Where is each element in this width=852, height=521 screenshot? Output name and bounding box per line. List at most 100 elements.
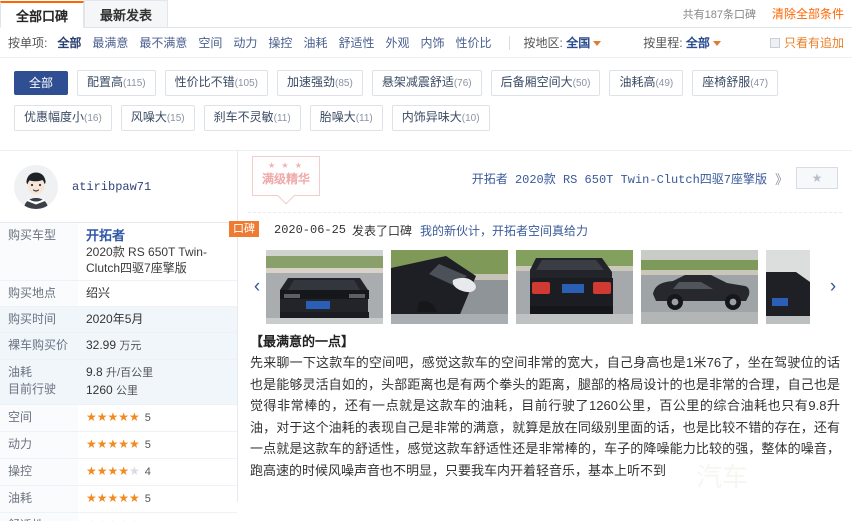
table-row: 油耗 目前行驶 9.8 升/百公里 1260 公里 — [0, 360, 237, 405]
row-value-space-rating: ★★★★★5 — [78, 405, 237, 432]
filter-item-interior[interactable]: 内饰 — [420, 34, 444, 51]
clear-filters-link[interactable]: 清除全部条件 — [772, 5, 844, 22]
star-rating: ★★★★★ — [86, 464, 140, 478]
tag-chip-trunk-space[interactable]: 后备厢空间大(50) — [491, 70, 601, 96]
car-mirror-photo — [391, 250, 508, 324]
tab-latest-posts[interactable]: 最新发表 — [84, 0, 168, 27]
tag-chip-seat-comfort[interactable]: 座椅舒服(47) — [692, 70, 778, 96]
avatar[interactable] — [14, 165, 58, 209]
post-title[interactable]: 我的新伙计，开拓者空间真给力 — [420, 222, 588, 239]
tag-chip-brake-dull[interactable]: 刹车不灵敏(11) — [204, 105, 301, 131]
tag-filter-area: 全部 配置高(115) 性价比不错(105) 加速强劲(85) 悬架减震舒适(7… — [0, 58, 852, 150]
tag-chip-count: (47) — [750, 78, 768, 89]
purchase-info-table: 购买车型 开拓者 2020款 RS 650T Twin-Clutch四驱7座擎版… — [0, 223, 237, 521]
table-row: 油耗 ★★★★★5 — [0, 486, 237, 513]
mileage-label: 按里程: — [643, 36, 682, 50]
thumbnail-profile-view[interactable] — [641, 250, 758, 324]
tag-chip-interior-odor[interactable]: 内饰异味大(10) — [392, 105, 490, 131]
gallery-next-arrow[interactable]: › — [824, 276, 842, 298]
review-count: 共有187条口碑 — [683, 6, 756, 22]
tab-all-reviews-label: 全部口碑 — [16, 6, 68, 25]
tag-chip-label: 悬架减震舒适 — [382, 75, 454, 89]
row-key-handling-rating: 操控 — [0, 459, 78, 486]
favorite-button[interactable]: ★ — [796, 167, 838, 189]
row-value-handling-rating: ★★★★★4 — [78, 459, 237, 486]
region-select[interactable]: 按地区: 全国 — [524, 34, 602, 51]
tag-chip-config-high[interactable]: 配置高(115) — [77, 70, 156, 96]
model-name[interactable]: 开拓者 — [86, 227, 229, 244]
filter-item-exterior[interactable]: 外观 — [385, 34, 409, 51]
filter-item-space[interactable]: 空间 — [198, 34, 222, 51]
post-date: 2020-06-25 — [274, 223, 346, 237]
tag-chip-good-value[interactable]: 性价比不错(105) — [165, 70, 268, 96]
post-type-badge: 口碑 — [229, 221, 259, 237]
tag-chip-count: (105) — [235, 78, 258, 89]
tag-chip-small-discount[interactable]: 优惠幅度小(16) — [14, 105, 112, 131]
tag-chip-suspension-comfort[interactable]: 悬架减震舒适(76) — [372, 70, 482, 96]
tag-chip-label: 内饰异味大 — [402, 110, 462, 124]
tag-chip-count: (16) — [84, 113, 102, 124]
model-link[interactable]: 开拓者 2020款 RS 650T Twin-Clutch四驱7座擎版 — [472, 170, 767, 187]
tag-chip-label: 刹车不灵敏 — [214, 110, 274, 124]
mileage-select[interactable]: 按里程: 全部 — [643, 34, 721, 51]
thumbnail-side-mirror[interactable] — [391, 250, 508, 324]
filter-item-least-satisfied[interactable]: 最不满意 — [139, 34, 187, 51]
tag-chip-fuel-high[interactable]: 油耗高(49) — [609, 70, 683, 96]
addon-only-checkbox[interactable]: 只看有追加 — [770, 34, 844, 51]
tab-bar: 全部口碑 最新发表 共有187条口碑 清除全部条件 — [0, 0, 852, 28]
thumbnail-rear-view[interactable] — [516, 250, 633, 324]
filter-item-handling[interactable]: 操控 — [268, 34, 292, 51]
tag-chip-count: (50) — [573, 78, 591, 89]
table-row: 购买时间 2020年5月 — [0, 307, 237, 333]
row-value-date: 2020年5月 — [78, 307, 237, 333]
tag-chip-count: (11) — [274, 113, 291, 124]
tag-chip-label: 胎噪大 — [320, 110, 356, 124]
tag-chip-count: (76) — [454, 78, 472, 89]
tag-chip-all[interactable]: 全部 — [14, 71, 68, 95]
tag-chip-strong-accel[interactable]: 加速强劲(85) — [277, 70, 363, 96]
mileage-value: 全部 — [686, 36, 710, 50]
thumbnail-front-view[interactable] — [266, 250, 383, 324]
star-rating: ★★★★★ — [86, 410, 140, 424]
tag-chip-count: (85) — [335, 78, 353, 89]
star-icon: ★ — [812, 171, 823, 185]
car-rear-photo — [516, 250, 633, 324]
filter-item-value[interactable]: 性价比 — [456, 34, 492, 51]
review-page: 全部口碑 最新发表 共有187条口碑 清除全部条件 按单项: 全部 最满意 最不… — [0, 0, 852, 521]
filter-item-all[interactable]: 全部 — [57, 34, 81, 51]
table-row: 动力 ★★★★★5 — [0, 432, 237, 459]
row-key-date: 购买时间 — [0, 307, 78, 333]
avatar-icon — [14, 165, 58, 209]
star-rating: ★★★★★ — [86, 437, 140, 451]
rating-score: 5 — [145, 493, 151, 505]
main-area: atiribpaw71 购买车型 开拓者 2020款 RS 650T Twin-… — [0, 150, 852, 502]
fuel-unit: 升/百公里 — [106, 367, 153, 379]
thumbnail-partial[interactable] — [766, 250, 810, 324]
post-action: 发表了口碑 — [352, 222, 412, 239]
filter-single-label: 按单项: — [8, 34, 47, 51]
image-gallery: ‹ — [248, 249, 842, 325]
row-key-fuel-mileage: 油耗 目前行驶 — [0, 360, 78, 405]
gallery-prev-arrow[interactable]: ‹ — [248, 276, 266, 298]
price-number: 32.99 — [86, 338, 116, 352]
filter-bar: 按单项: 全部 最满意 最不满意 空间 动力 操控 油耗 舒适性 外观 内饰 性… — [0, 28, 852, 58]
row-key-model: 购买车型 — [0, 223, 78, 281]
gallery-thumbnails — [266, 250, 824, 324]
filter-item-most-satisfied[interactable]: 最满意 — [92, 34, 128, 51]
tab-latest-posts-label: 最新发表 — [100, 5, 152, 24]
filter-item-comfort[interactable]: 舒适性 — [338, 34, 374, 51]
filter-item-power[interactable]: 动力 — [233, 34, 257, 51]
tag-chip-wind-noise[interactable]: 风噪大(15) — [121, 105, 195, 131]
tab-all-reviews[interactable]: 全部口碑 — [0, 1, 84, 28]
tag-chip-count: (49) — [655, 78, 673, 89]
price-unit: 万元 — [119, 340, 141, 352]
row-value-comfort-rating: ★★★★★5 — [78, 513, 237, 521]
filter-item-fuel[interactable]: 油耗 — [303, 34, 327, 51]
tag-chip-tire-noise[interactable]: 胎噪大(11) — [310, 105, 383, 131]
mileage-number: 1260 — [86, 383, 113, 397]
chevron-right-icon[interactable]: 》 — [775, 169, 788, 188]
tag-chip-count: (11) — [356, 113, 373, 124]
table-row: 舒适性 ★★★★★5 — [0, 513, 237, 521]
table-row: 空间 ★★★★★5 — [0, 405, 237, 432]
tag-chip-label: 优惠幅度小 — [24, 110, 84, 124]
